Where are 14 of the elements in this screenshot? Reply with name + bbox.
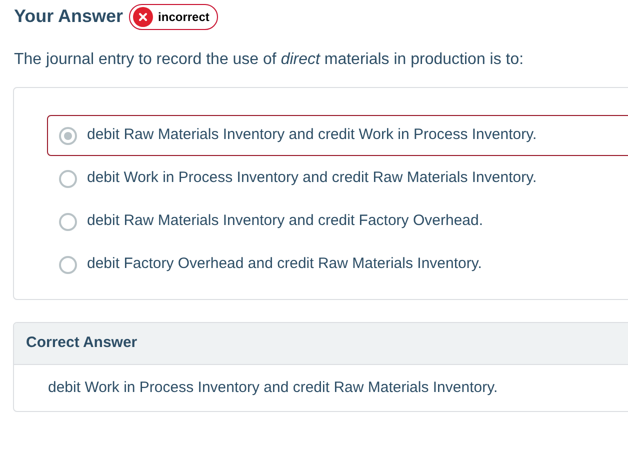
question-text: The journal entry to record the use of direct materials in production is to: [14, 50, 525, 70]
answer-option[interactable]: debit Raw Materials Inventory and credit Work in Process Inventory. [47, 115, 628, 156]
radio-button[interactable] [59, 170, 77, 188]
correct-answer-text: debit Work in Process Inventory and credit Raw Materials Inventory. [48, 378, 498, 398]
answer-option[interactable]: debit Factory Overhead and credit Raw Materials Inventory. [47, 244, 628, 285]
card-title: Correct Answer [26, 333, 138, 354]
answer-option[interactable]: debit Work in Process Inventory and credit Raw Materials Inventory. [47, 158, 628, 199]
radio-button[interactable] [59, 256, 77, 274]
close-icon [133, 6, 154, 26]
radio-button[interactable] [59, 126, 77, 144]
section-heading: Your Answer [14, 5, 124, 28]
answer-option[interactable]: debit Raw Materials Inventory and credit Factory Overhead. [47, 201, 628, 242]
radio-button[interactable] [59, 212, 77, 230]
status-badge: incorrect [129, 4, 218, 30]
